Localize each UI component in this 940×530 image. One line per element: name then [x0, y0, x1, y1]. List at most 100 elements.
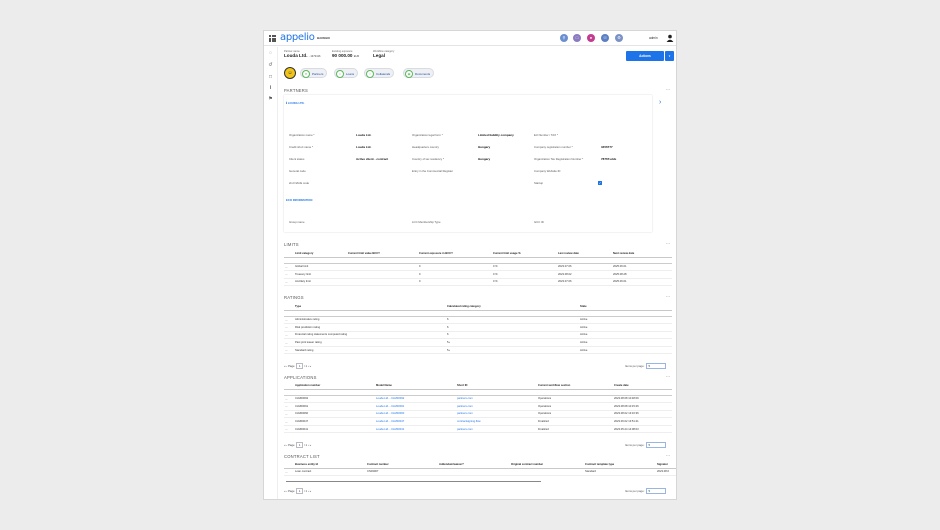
table-row[interactable]: ⋯ Risk prediction rating 6 Active: [284, 323, 672, 332]
partner-link[interactable]: ℹ LOUDA LTD.: [286, 101, 304, 105]
existing-exposure: 90 000.00: [332, 53, 353, 58]
row-menu-icon[interactable]: ⋯: [284, 410, 294, 419]
sidenav-info-icon[interactable]: i: [267, 85, 274, 92]
user-name[interactable]: admin: [649, 36, 658, 40]
items-per-page-select[interactable]: 5: [646, 488, 667, 494]
table-row[interactable]: ⋯ Ancillary limit 0 0 % 2023.07.06 2025.06.0…: [284, 278, 672, 287]
page-input[interactable]: 1: [296, 363, 303, 369]
pill-partners[interactable]: ♥ Partners: [300, 68, 328, 78]
row-menu-icon[interactable]: ⋯: [284, 402, 294, 411]
table-row[interactable]: ⋯ CLM00060 Louda Ltd. - CLM00060 partners.c…: [284, 410, 672, 419]
partner-name-block: Partner name Louda Ltd. - 1373416: [284, 50, 321, 58]
table-row[interactable]: ⋯ Past joint leaser rating 5+ Active: [284, 338, 672, 347]
horizontal-scrollbar[interactable]: [286, 481, 541, 482]
row-menu-icon[interactable]: ⋯: [284, 316, 294, 325]
exposure-block: Existing exposure 90 000.00 EUR: [332, 50, 360, 58]
applications-more-icon[interactable]: ⋯: [666, 374, 670, 379]
field-label: GCC ID: [534, 220, 544, 224]
limits-table: Limit category Current limit value BCCY …: [284, 251, 672, 287]
field-value: 78767sdds: [601, 157, 617, 161]
table-row[interactable]: ⋯ CLM00091 Louda Ltd. - CLM00091 partners.c…: [284, 402, 672, 411]
workflow-category-block: Workflow category Legal: [373, 50, 395, 58]
table-row[interactable]: ⋯ Global limit 0 0 % 2023.07.06 2025.06.01: [284, 263, 672, 272]
last-page-icon[interactable]: »: [310, 443, 312, 447]
settings-icon[interactable]: ⚙: [615, 34, 623, 42]
notifications-icon[interactable]: ●: [587, 34, 595, 42]
table-row[interactable]: ⋯ Financial rating statements computed ra…: [284, 331, 672, 340]
limits-more-icon[interactable]: ⋯: [666, 241, 670, 246]
page-input[interactable]: 1: [296, 442, 303, 448]
row-menu-icon[interactable]: ⋯: [284, 346, 294, 355]
partners-icon: ♥: [302, 70, 310, 78]
sidenav-flag-icon[interactable]: ⚑: [267, 96, 274, 103]
top-bar: appelio BAREBO ⚲ □ ● ☉ ⚙ admin: [264, 31, 676, 46]
actions-button[interactable]: Actions: [626, 51, 664, 61]
field-value: Hungary: [478, 157, 491, 161]
row-menu-icon[interactable]: ⋯: [284, 425, 294, 434]
tenant-name: BAREBO: [317, 36, 331, 40]
field-label: Headquarters country: [412, 145, 439, 149]
sidenav-chat-icon[interactable]: ◌: [267, 50, 274, 57]
applications-table: Application number Model Name Short ID C…: [284, 383, 672, 434]
partner-name: Louda Ltd.: [284, 53, 308, 58]
ratings-items-per-page: Items per page: 5: [625, 363, 667, 369]
field-value: Hungary: [478, 145, 491, 149]
chevron-right-icon[interactable]: ›: [659, 99, 661, 106]
pill-loans[interactable]: ≈ Loans: [334, 68, 359, 78]
applications-section-title: APPLICATIONS: [284, 375, 317, 380]
row-menu-icon[interactable]: ⋯: [284, 468, 294, 477]
sidenav-history-icon[interactable]: ↺: [267, 62, 274, 69]
field-label: Organization Tax Registration Number *: [534, 157, 584, 161]
contract-list-section-title: CONTRACT LIST: [284, 454, 320, 459]
field-label: Client status: [289, 157, 305, 161]
contracts-items-per-page: Items per page: 5: [625, 488, 667, 494]
ratings-table: Type Calculated rating category State ⋯ A…: [284, 304, 672, 355]
table-row[interactable]: ⋯ CLM00041 Louda Ltd. - CLM00041 partners.c…: [284, 425, 672, 434]
actions-dropdown-icon[interactable]: ▾: [665, 51, 674, 61]
page-input[interactable]: 1: [296, 488, 303, 494]
table-row[interactable]: ⋯ CLM00047 Louda Ltd. - CLM00047 contractsi…: [284, 417, 672, 426]
field-label: EU Number / TAX *: [534, 133, 558, 137]
field-label: 2nd NACE code: [289, 181, 310, 185]
row-menu-icon[interactable]: ⋯: [284, 323, 294, 332]
collaterals-icon: ☉: [366, 70, 374, 78]
partner-type-icon: ☺: [284, 67, 296, 79]
workflow-category: Legal: [373, 53, 385, 58]
search-icon[interactable]: ⚲: [560, 34, 568, 42]
startup-checkbox[interactable]: ✓: [598, 181, 602, 185]
table-row[interactable]: ⋯ Administrative rating 6 Active: [284, 316, 672, 325]
ratings-more-icon[interactable]: ⋯: [666, 294, 670, 299]
user-avatar-icon[interactable]: [666, 34, 674, 42]
pill-documents[interactable]: ▣ Documents: [403, 68, 435, 78]
table-row[interactable]: ⋯ CLM00092 Louda Ltd. - CLM00092 partners.c…: [284, 395, 672, 404]
row-menu-icon[interactable]: ⋯: [284, 331, 294, 340]
items-per-page-select[interactable]: 5: [646, 442, 667, 448]
field-label: Startup: [534, 181, 544, 185]
eco-information-link[interactable]: ECO INFORMATION: [286, 198, 312, 202]
row-menu-icon[interactable]: ⋯: [284, 395, 294, 404]
table-row[interactable]: ⋯ Loan contract CN03007 Standard 2023.08.0: [284, 468, 676, 477]
row-menu-icon[interactable]: ⋯: [284, 270, 294, 279]
partners-more-icon[interactable]: ⋯: [666, 87, 670, 92]
row-menu-icon[interactable]: ⋯: [284, 417, 294, 426]
table-row[interactable]: ⋯ Standard rating 5+ Active: [284, 346, 672, 355]
table-row[interactable]: ⋯ Treasury limit 0 0 % 2023.08.02 2025.08.28: [284, 270, 672, 279]
field-label: Organization name *: [289, 133, 315, 137]
row-menu-icon[interactable]: ⋯: [284, 278, 294, 287]
pill-collaterals[interactable]: ☉ Collaterals: [364, 68, 395, 78]
last-page-icon[interactable]: »: [310, 489, 312, 493]
chat-icon[interactable]: □: [573, 34, 581, 42]
partner-id: - 1373416: [308, 55, 321, 58]
apps-grid-icon[interactable]: [269, 35, 276, 42]
items-per-page-select[interactable]: 5: [646, 363, 667, 369]
globe-icon[interactable]: ☉: [601, 34, 609, 42]
field-label: Credit short name *: [289, 145, 314, 149]
applications-pager: « ‹ Page 1/ 1 › »: [284, 442, 312, 448]
last-page-icon[interactable]: »: [310, 364, 312, 368]
contract-list-more-icon[interactable]: ⋯: [666, 453, 670, 458]
ratings-pager: « ‹ Page 1/ 1 › »: [284, 363, 312, 369]
loans-icon: ≈: [336, 70, 344, 78]
sidenav-document-icon[interactable]: □: [267, 74, 274, 81]
row-menu-icon[interactable]: ⋯: [284, 338, 294, 347]
row-menu-icon[interactable]: ⋯: [284, 263, 294, 272]
